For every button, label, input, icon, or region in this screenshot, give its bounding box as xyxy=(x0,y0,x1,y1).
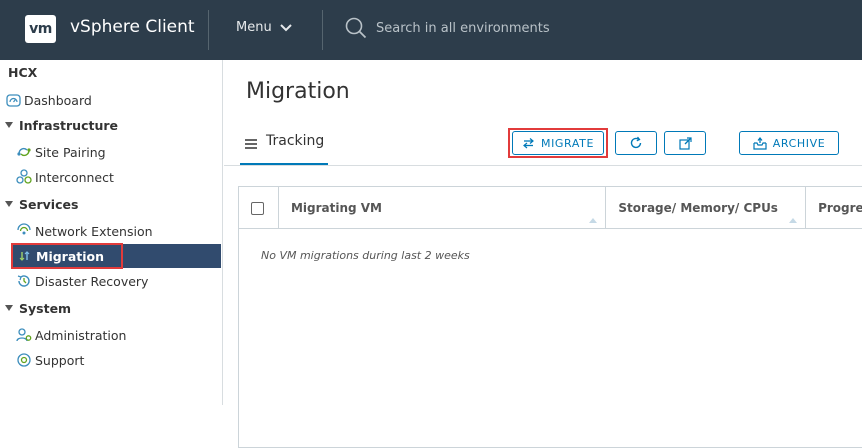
column-header-label: Storage/ Memory/ CPUs xyxy=(618,201,778,215)
tab-divider xyxy=(224,165,862,166)
search-icon xyxy=(345,17,367,39)
sidebar-item-label: Dashboard xyxy=(24,92,92,108)
chevron-down-icon xyxy=(279,24,292,32)
column-header-storage-memory-cpus[interactable]: Storage/ Memory/ CPUs xyxy=(606,187,807,229)
migrate-arrows-icon xyxy=(523,138,534,149)
archive-icon xyxy=(753,136,767,150)
tracking-list-icon xyxy=(245,139,257,149)
sidebar-item-migration[interactable]: Migration xyxy=(13,244,221,268)
sidebar-item-administration[interactable]: Administration xyxy=(16,323,126,347)
archive-button[interactable]: ARCHIVE xyxy=(739,131,839,155)
disaster-recovery-icon xyxy=(16,273,32,289)
column-header-label: Progress xyxy=(818,201,862,215)
sidebar-title: HCX xyxy=(8,65,38,80)
site-pairing-icon xyxy=(16,144,32,160)
search-input[interactable] xyxy=(376,20,676,36)
sidebar-item-label: Interconnect xyxy=(35,169,114,185)
top-header: vm vSphere Client Menu xyxy=(0,0,862,60)
sidebar-item-label: Administration xyxy=(35,327,127,343)
column-header-migrating-vm[interactable]: Migrating VM xyxy=(279,187,607,229)
menu-dropdown[interactable]: Menu xyxy=(236,20,292,35)
sidebar-item-label: Network Extension xyxy=(35,223,153,239)
external-link-icon xyxy=(678,136,692,150)
migrate-button-label: MIGRATE xyxy=(541,136,594,150)
sidebar-item-label: Site Pairing xyxy=(35,144,106,160)
administration-icon xyxy=(16,327,32,343)
empty-table-message: No VM migrations during last 2 weeks xyxy=(261,249,470,262)
migrations-table: Migrating VM Storage/ Memory/ CPUs Progr… xyxy=(238,186,862,448)
app-title[interactable]: vSphere Client xyxy=(70,17,195,37)
column-header-progress[interactable]: Progress xyxy=(806,187,862,229)
support-icon xyxy=(16,352,32,368)
vm-logo: vm xyxy=(25,15,56,43)
tab-label: Tracking xyxy=(266,133,325,149)
refresh-icon xyxy=(630,136,642,149)
section-label: Services xyxy=(19,196,79,212)
sort-up-icon xyxy=(589,218,598,223)
sidebar-item-interconnect[interactable]: Interconnect xyxy=(16,165,114,189)
page-title: Migration xyxy=(246,79,350,104)
table-body: No VM migrations during last 2 weeks xyxy=(239,229,862,447)
dashboard-icon xyxy=(5,92,21,108)
caret-down-icon xyxy=(5,201,13,207)
menu-label: Menu xyxy=(236,20,272,35)
sidebar-item-disaster-recovery[interactable]: Disaster Recovery xyxy=(16,269,148,293)
caret-down-icon xyxy=(5,305,13,311)
column-header-label: Migrating VM xyxy=(290,201,382,215)
migrate-button[interactable]: MIGRATE xyxy=(512,131,604,155)
section-label: System xyxy=(19,300,72,316)
sidebar-item-label: Disaster Recovery xyxy=(35,273,149,289)
section-label: Infrastructure xyxy=(19,117,118,133)
select-all-checkbox[interactable] xyxy=(251,201,264,215)
sidebar-item-label: Migration xyxy=(36,248,105,264)
refresh-button[interactable] xyxy=(615,131,657,155)
archive-button-label: ARCHIVE xyxy=(772,136,826,150)
sort-up-icon xyxy=(789,218,798,223)
open-external-button[interactable] xyxy=(664,131,706,155)
sidebar-item-site-pairing[interactable]: Site Pairing xyxy=(16,140,106,164)
header-divider xyxy=(322,10,323,50)
migration-icon xyxy=(17,248,33,264)
select-all-column xyxy=(239,187,279,229)
network-extension-icon xyxy=(16,223,32,239)
sidebar: HCX Dashboard Infrastructure Site Pairin… xyxy=(0,60,223,405)
sidebar-item-label: Support xyxy=(35,352,85,368)
search-bar[interactable] xyxy=(345,17,676,39)
sidebar-item-support[interactable]: Support xyxy=(16,348,84,372)
tab-tracking[interactable]: Tracking xyxy=(240,130,329,166)
interconnect-icon xyxy=(16,169,32,185)
section-system[interactable]: System xyxy=(0,297,71,319)
table-header: Migrating VM Storage/ Memory/ CPUs Progr… xyxy=(239,187,862,229)
caret-down-icon xyxy=(5,122,13,128)
sidebar-item-dashboard[interactable]: Dashboard xyxy=(5,88,92,112)
sidebar-item-network-extension[interactable]: Network Extension xyxy=(16,219,153,243)
section-infrastructure[interactable]: Infrastructure xyxy=(0,114,118,136)
section-services[interactable]: Services xyxy=(0,193,78,215)
header-divider xyxy=(208,10,209,50)
